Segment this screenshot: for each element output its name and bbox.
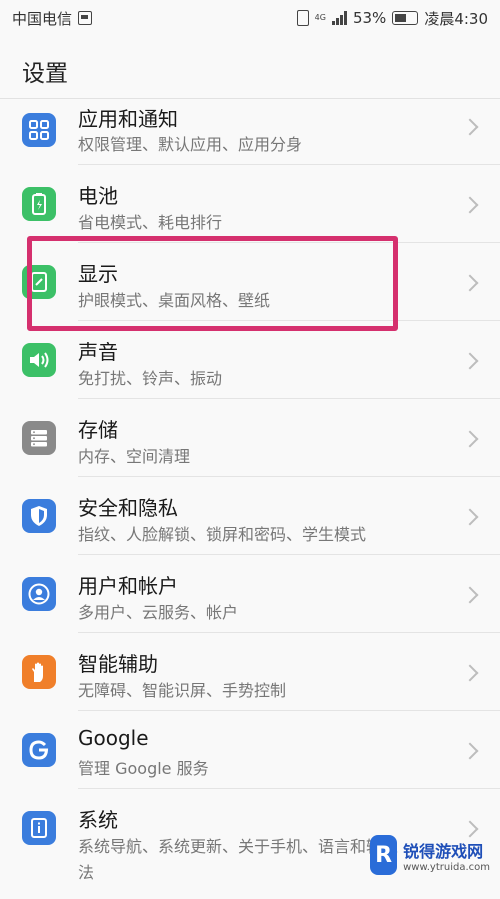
- item-subtitle: 无障碍、智能识屏、手势控制: [78, 681, 287, 700]
- item-subtitle: 内存、空间清理: [78, 447, 191, 466]
- vibrate-icon: [296, 10, 309, 26]
- chevron-right-icon: [461, 352, 479, 370]
- settings-item-battery[interactable]: 电池 省电模式、耗电排行: [0, 165, 500, 243]
- clock: 凌晨4:30: [424, 9, 488, 28]
- item-title: 系统: [78, 808, 118, 832]
- sound-icon: [22, 343, 56, 377]
- hand-icon: [22, 655, 56, 689]
- item-subtitle: 免打扰、铃声、振动: [78, 369, 223, 388]
- item-title: 应用和通知: [78, 107, 178, 131]
- sim-icon: [78, 11, 93, 25]
- chevron-right-icon: [461, 118, 479, 136]
- google-icon: [22, 733, 56, 767]
- settings-item-google[interactable]: Google 管理 Google 服务: [0, 711, 500, 789]
- settings-item-users-accounts[interactable]: 用户和帐户 多用户、云服务、帐户: [0, 555, 500, 633]
- item-title: Google: [78, 726, 149, 750]
- item-subtitle: 管理 Google 服务: [78, 759, 209, 778]
- chevron-right-icon: [461, 742, 479, 760]
- item-subtitle-continued: 法: [78, 863, 95, 882]
- battery-status-icon: [392, 11, 419, 25]
- shield-icon: [22, 499, 56, 533]
- watermark-title: 锐得游戏网: [403, 841, 484, 861]
- battery-icon: [22, 187, 56, 221]
- settings-item-apps-notifications[interactable]: 应用和通知 权限管理、默认应用、应用分身: [0, 99, 500, 165]
- item-title: 安全和隐私: [78, 496, 178, 520]
- chevron-right-icon: [461, 508, 479, 526]
- item-title: 用户和帐户: [78, 574, 178, 598]
- user-icon: [22, 577, 56, 611]
- highlight-box: [27, 236, 398, 331]
- settings-item-storage[interactable]: 存储 内存、空间清理: [0, 399, 500, 477]
- watermark-logo: R: [370, 835, 398, 875]
- watermark: R 锐得游戏网 www.ytruida.com: [370, 827, 490, 883]
- item-subtitle: 指纹、人脸解锁、锁屏和密码、学生模式: [78, 525, 367, 544]
- item-subtitle: 系统导航、系统更新、关于手机、语言和输入: [78, 837, 399, 856]
- watermark-text: 锐得游戏网 www.ytruida.com: [403, 838, 490, 873]
- settings-item-sound[interactable]: 声音 免打扰、铃声、振动: [0, 321, 500, 399]
- signal-icon: [331, 11, 347, 25]
- item-subtitle: 多用户、云服务、帐户: [78, 603, 239, 622]
- watermark-url: www.ytruida.com: [403, 861, 490, 873]
- page-title: 设置: [22, 61, 68, 87]
- carrier-label: 中国电信: [12, 9, 73, 28]
- chevron-right-icon: [461, 430, 479, 448]
- item-title: 电池: [78, 184, 118, 208]
- chevron-right-icon: [461, 274, 479, 292]
- system-icon: [22, 811, 56, 845]
- settings-item-security-privacy[interactable]: 安全和隐私 指纹、人脸解锁、锁屏和密码、学生模式: [0, 477, 500, 555]
- item-subtitle: 权限管理、默认应用、应用分身: [78, 135, 303, 154]
- status-right: 4G 53% 凌晨4:30: [296, 8, 500, 29]
- chevron-right-icon: [461, 196, 479, 214]
- item-title: 声音: [78, 340, 118, 364]
- app-header: 设置: [0, 36, 500, 99]
- item-title: 存储: [78, 418, 118, 442]
- chevron-right-icon: [461, 586, 479, 604]
- chevron-right-icon: [461, 664, 479, 682]
- network-type-label: 4G: [314, 13, 326, 22]
- settings-list: 应用和通知 权限管理、默认应用、应用分身 电池 省电模式、耗电排行 显示 护眼模…: [0, 99, 500, 899]
- apps-icon: [22, 113, 56, 147]
- status-left: 中国电信: [0, 8, 93, 29]
- storage-icon: [22, 421, 56, 455]
- item-title: 智能辅助: [78, 652, 158, 676]
- item-subtitle: 省电模式、耗电排行: [78, 213, 223, 232]
- settings-item-smart-assist[interactable]: 智能辅助 无障碍、智能识屏、手势控制: [0, 633, 500, 711]
- status-bar: 中国电信 4G 53% 凌晨4:30: [0, 0, 500, 36]
- battery-percent: 53%: [352, 9, 387, 27]
